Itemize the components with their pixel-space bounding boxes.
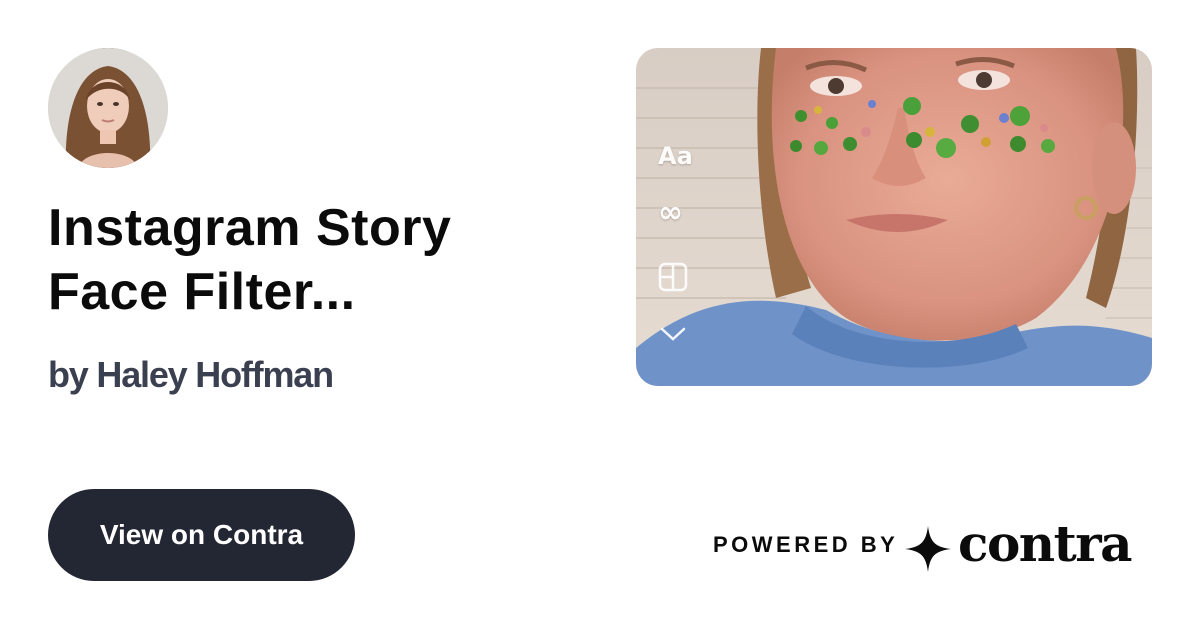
author-byline: by Haley Hoffman (48, 354, 334, 395)
contra-logo-wordmark[interactable]: contra (958, 514, 1132, 573)
boomerang-icon[interactable]: ∞ (658, 198, 683, 228)
chevron-down-glyph (660, 327, 686, 341)
text-tool-icon[interactable]: Aa (658, 142, 693, 170)
layout-icon-glyph (658, 262, 688, 292)
contra-star-icon (905, 526, 951, 572)
author-avatar (48, 48, 168, 168)
chevron-down-icon[interactable] (658, 324, 688, 344)
powered-by-label: POWERED BY (713, 532, 899, 557)
author-avatar-image (48, 48, 168, 168)
preview-photo (636, 48, 1152, 386)
layout-icon[interactable] (658, 262, 688, 292)
project-title: Instagram Story Face Filter... (48, 199, 452, 321)
project-preview-image[interactable]: Aa ∞ (636, 48, 1152, 386)
view-on-contra-button[interactable]: View on Contra (48, 489, 355, 581)
